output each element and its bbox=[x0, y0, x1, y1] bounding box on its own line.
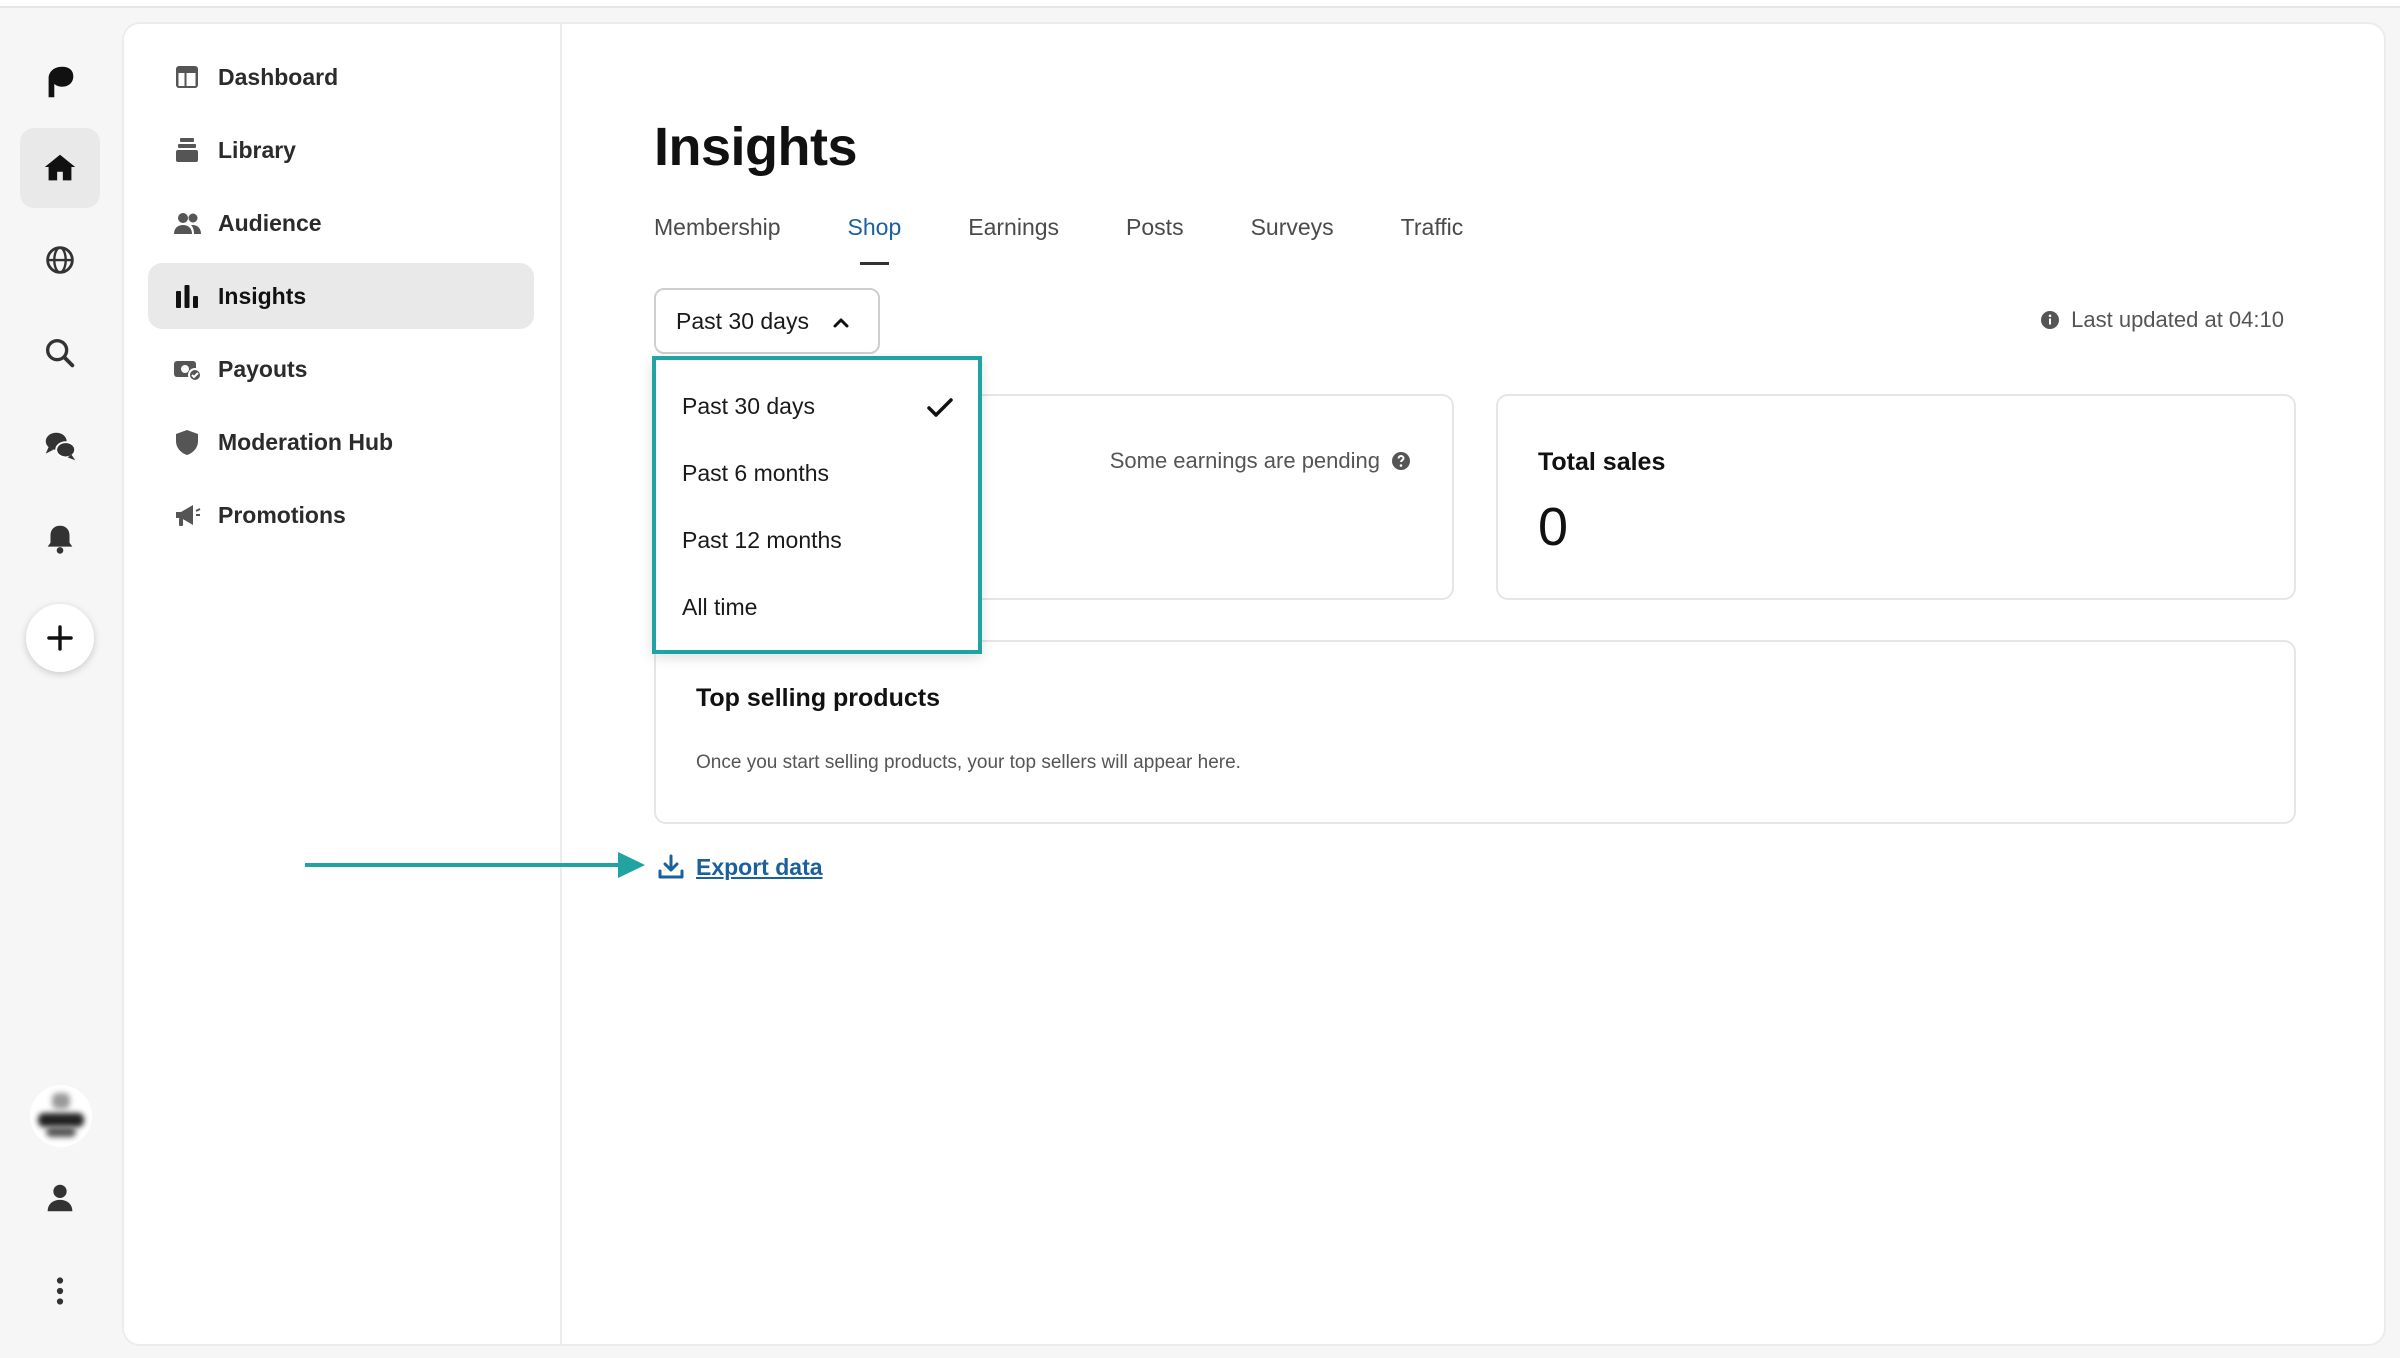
avatar[interactable] bbox=[30, 1085, 92, 1147]
shield-icon bbox=[176, 430, 198, 455]
more-icon[interactable] bbox=[20, 1251, 100, 1331]
logo-icon[interactable] bbox=[20, 42, 100, 122]
main-card: Dashboard Library Audience Insights Payo… bbox=[122, 22, 2386, 1346]
dashboard-icon bbox=[176, 66, 198, 88]
download-icon bbox=[658, 854, 684, 879]
help-icon[interactable] bbox=[1390, 450, 1412, 472]
insights-content: Insights Membership Shop Earnings Posts … bbox=[654, 24, 2384, 1344]
sidebar-item-audience[interactable]: Audience bbox=[148, 190, 534, 256]
sidebar-item-label: Promotions bbox=[218, 501, 346, 528]
dropdown-option-label: Past 12 months bbox=[682, 527, 842, 553]
dropdown-option-past-12-months[interactable]: Past 12 months bbox=[656, 507, 978, 574]
chevron-up-icon bbox=[833, 318, 849, 328]
insights-icon bbox=[176, 285, 198, 308]
bell-icon[interactable] bbox=[20, 499, 100, 579]
dropdown-option-label: All time bbox=[682, 594, 758, 620]
export-data-link[interactable]: Export data bbox=[656, 852, 823, 882]
last-updated: Last updated at 04:10 bbox=[2039, 307, 2284, 333]
home-icon[interactable] bbox=[20, 128, 100, 208]
tab-posts[interactable]: Posts bbox=[1126, 214, 1184, 251]
sidebar-item-dashboard[interactable]: Dashboard bbox=[148, 44, 534, 110]
globe-icon[interactable] bbox=[20, 220, 100, 300]
total-sales-title: Total sales bbox=[1538, 448, 1666, 476]
date-range-value: Past 30 days bbox=[676, 307, 809, 334]
export-data-label: Export data bbox=[696, 853, 823, 880]
icon-rail bbox=[0, 10, 120, 1358]
sidebar-item-payouts[interactable]: Payouts bbox=[148, 336, 534, 402]
checkmark-icon bbox=[927, 398, 953, 417]
info-icon bbox=[2041, 311, 2060, 329]
sidebar-item-label: Insights bbox=[218, 282, 307, 309]
insights-tabs: Membership Shop Earnings Posts Surveys T… bbox=[654, 214, 1530, 265]
top-selling-products-panel: Top selling products Once you start sell… bbox=[654, 640, 2296, 824]
payouts-icon bbox=[174, 361, 202, 382]
sidebar-item-promotions[interactable]: Promotions bbox=[148, 482, 534, 548]
audience-icon bbox=[174, 213, 201, 234]
tab-shop[interactable]: Shop bbox=[848, 214, 901, 265]
annotation-arrow bbox=[305, 852, 645, 878]
tab-earnings[interactable]: Earnings bbox=[968, 214, 1059, 251]
tab-surveys[interactable]: Surveys bbox=[1251, 214, 1334, 251]
sidebar-nav: Dashboard Library Audience Insights Payo… bbox=[148, 44, 534, 555]
dropdown-option-label: Past 30 days bbox=[682, 393, 815, 419]
plus-icon[interactable] bbox=[26, 604, 94, 672]
chat-icon[interactable] bbox=[20, 406, 100, 486]
tab-membership[interactable]: Membership bbox=[654, 214, 781, 251]
dropdown-option-past-30-days[interactable]: Past 30 days bbox=[656, 373, 978, 440]
top-products-title: Top selling products bbox=[696, 684, 940, 712]
sidebar-item-label: Audience bbox=[218, 209, 322, 236]
pending-earnings-text: Some earnings are pending bbox=[1109, 448, 1380, 473]
date-range-dropdown: Past 30 days Past 6 months Past 12 month… bbox=[652, 356, 982, 654]
user-icon[interactable] bbox=[20, 1158, 100, 1238]
sidebar-item-insights[interactable]: Insights bbox=[148, 263, 534, 329]
dropdown-option-all-time[interactable]: All time bbox=[656, 574, 978, 641]
total-sales-value: 0 bbox=[1538, 497, 1569, 557]
sidebar-item-label: Library bbox=[218, 136, 296, 163]
tab-traffic[interactable]: Traffic bbox=[1401, 214, 1464, 251]
page-title: Insights bbox=[654, 117, 858, 177]
sidebar-divider bbox=[560, 24, 562, 1344]
sidebar-item-moderation-hub[interactable]: Moderation Hub bbox=[148, 409, 534, 475]
sidebar-item-library[interactable]: Library bbox=[148, 117, 534, 183]
date-range-select[interactable]: Past 30 days bbox=[654, 288, 880, 354]
megaphone-icon bbox=[176, 505, 201, 526]
dropdown-option-label: Past 6 months bbox=[682, 460, 830, 486]
sidebar-item-label: Payouts bbox=[218, 355, 308, 382]
last-updated-text: Last updated at 04:10 bbox=[2071, 307, 2284, 332]
top-products-description: Once you start selling products, your to… bbox=[696, 752, 1241, 773]
sidebar-item-label: Dashboard bbox=[218, 63, 339, 90]
dropdown-option-past-6-months[interactable]: Past 6 months bbox=[656, 440, 978, 507]
sidebar-item-label: Moderation Hub bbox=[218, 428, 394, 455]
total-sales-panel: Total sales 0 bbox=[1496, 394, 2296, 600]
library-icon bbox=[176, 138, 198, 162]
search-icon[interactable] bbox=[20, 313, 100, 393]
pending-earnings-note: Some earnings are pending bbox=[1110, 448, 1412, 474]
window-top-border bbox=[0, 0, 2400, 8]
